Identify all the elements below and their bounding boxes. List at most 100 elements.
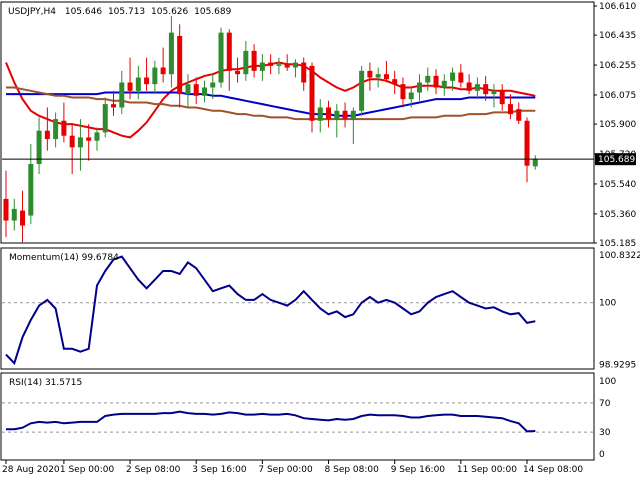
rsi-tick-label: 0 [599, 450, 605, 460]
candle-body [119, 82, 125, 108]
candle-body [425, 75, 431, 83]
candle-body [111, 104, 117, 108]
candle-body [342, 110, 348, 120]
candle-body [408, 92, 414, 100]
candle-body [507, 104, 513, 115]
price-tick-label: 106.075 [599, 91, 636, 101]
candle-body [375, 74, 381, 78]
candle-body [218, 32, 224, 83]
candle-body [69, 135, 75, 148]
candle-body [201, 87, 207, 96]
momentum-series [5, 255, 536, 366]
candle-body [177, 35, 183, 95]
candle-body [334, 110, 340, 120]
candle-body [433, 75, 439, 88]
current-price-tag: 105.689 [595, 153, 636, 166]
candle-body [458, 72, 464, 83]
candle-body [210, 82, 216, 88]
panel-frame [0, 247, 595, 370]
candle-body [359, 70, 365, 111]
price-tick-label: 106.255 [599, 61, 636, 71]
candle-body [367, 70, 373, 78]
candle-body [383, 74, 389, 80]
candle-body [392, 79, 398, 85]
header-low: 105.626 [151, 7, 188, 17]
candle-body [466, 82, 472, 91]
time-tick-label: 28 Aug 2020 [2, 465, 60, 475]
momentum-label: Momentum(14) 99.6784 [9, 253, 119, 263]
candle-body [516, 109, 522, 121]
candle-body [400, 84, 406, 100]
header-open: 105.646 [65, 7, 102, 17]
candle-body [499, 90, 505, 105]
moving-average-line [6, 86, 536, 121]
momentum-tick-label: 100 [599, 299, 616, 309]
header-high: 105.713 [108, 7, 145, 17]
time-tick-label: 3 Sep 16:00 [192, 465, 247, 475]
time-tick-label: 7 Sep 00:00 [258, 465, 313, 475]
candle-body [450, 72, 456, 81]
candle-body [135, 77, 141, 91]
candle-body [168, 32, 174, 75]
rsi-line [6, 410, 536, 433]
candle-body [474, 84, 480, 91]
time-tick-label: 2 Sep 08:00 [126, 465, 181, 475]
candle-body [243, 50, 249, 75]
candle-body [193, 84, 199, 96]
rsi-grid [2, 402, 594, 433]
rsi-series [6, 410, 536, 433]
price-axis: 106.610106.435106.255106.075105.900105.7… [594, 2, 636, 249]
time-tick-label: 11 Sep 00:00 [457, 465, 517, 475]
candle-body [268, 62, 274, 66]
candle-body [259, 62, 265, 71]
price-tick-label: 105.900 [599, 120, 636, 130]
momentum-tick-label: 100.8322 [599, 251, 640, 261]
candle-body [185, 84, 191, 95]
price-tick-label: 105.540 [599, 180, 636, 190]
candle-body [441, 80, 447, 88]
current-price-label: 105.689 [598, 155, 635, 165]
price-tick-label: 106.610 [599, 2, 636, 12]
candle-body [350, 110, 356, 120]
candle-body [292, 62, 298, 68]
momentum-tick-label: 98.9295 [599, 360, 636, 370]
chart-header: USDJPY,H4 105.646 105.713 105.626 105.68… [8, 7, 232, 17]
panel-frames [0, 1, 595, 461]
time-axis: 28 Aug 2020 1 Sep 00:00 2 Sep 08:00 3 Sep 1… [2, 460, 583, 475]
candle-body [20, 210, 26, 226]
candle-body [301, 62, 307, 83]
trading-chart: 106.610 106.435 106.255 106.075 105.900 105.7… [0, 1, 640, 475]
price-tick-label: 105.360 [599, 210, 636, 220]
candle-body [44, 130, 50, 140]
candle-body [28, 164, 34, 216]
candle-body [226, 32, 232, 71]
candle-body [276, 64, 282, 66]
candle-body [483, 84, 489, 95]
candle-body [127, 82, 133, 91]
candles [2, 15, 594, 243]
candle-body [144, 77, 150, 85]
time-tick-label: 14 Sep 08:00 [523, 465, 583, 475]
candle-body [251, 50, 257, 71]
candle-body [532, 159, 538, 167]
candle-body [491, 90, 497, 95]
candle-body [235, 70, 241, 75]
candle-body [417, 82, 422, 93]
price-tick-label: 106.435 [599, 31, 636, 41]
candle-body [152, 67, 158, 85]
candle-body [53, 119, 59, 140]
candle-body [77, 137, 83, 148]
candle-body [86, 137, 92, 141]
rsi-tick-label: 70 [599, 399, 611, 409]
header-close: 105.689 [194, 7, 231, 17]
momentum-axis: 100.8322 100 98.9295 [599, 251, 640, 371]
price-tick-label: 105.185 [599, 239, 636, 249]
candle-body [317, 107, 323, 121]
candle-body [11, 208, 17, 221]
candle-body [94, 132, 100, 141]
candle-body [61, 120, 67, 136]
momentum-line [5, 255, 536, 366]
candle-body [3, 198, 9, 221]
candle-body [102, 104, 108, 133]
candle-body [284, 64, 290, 68]
